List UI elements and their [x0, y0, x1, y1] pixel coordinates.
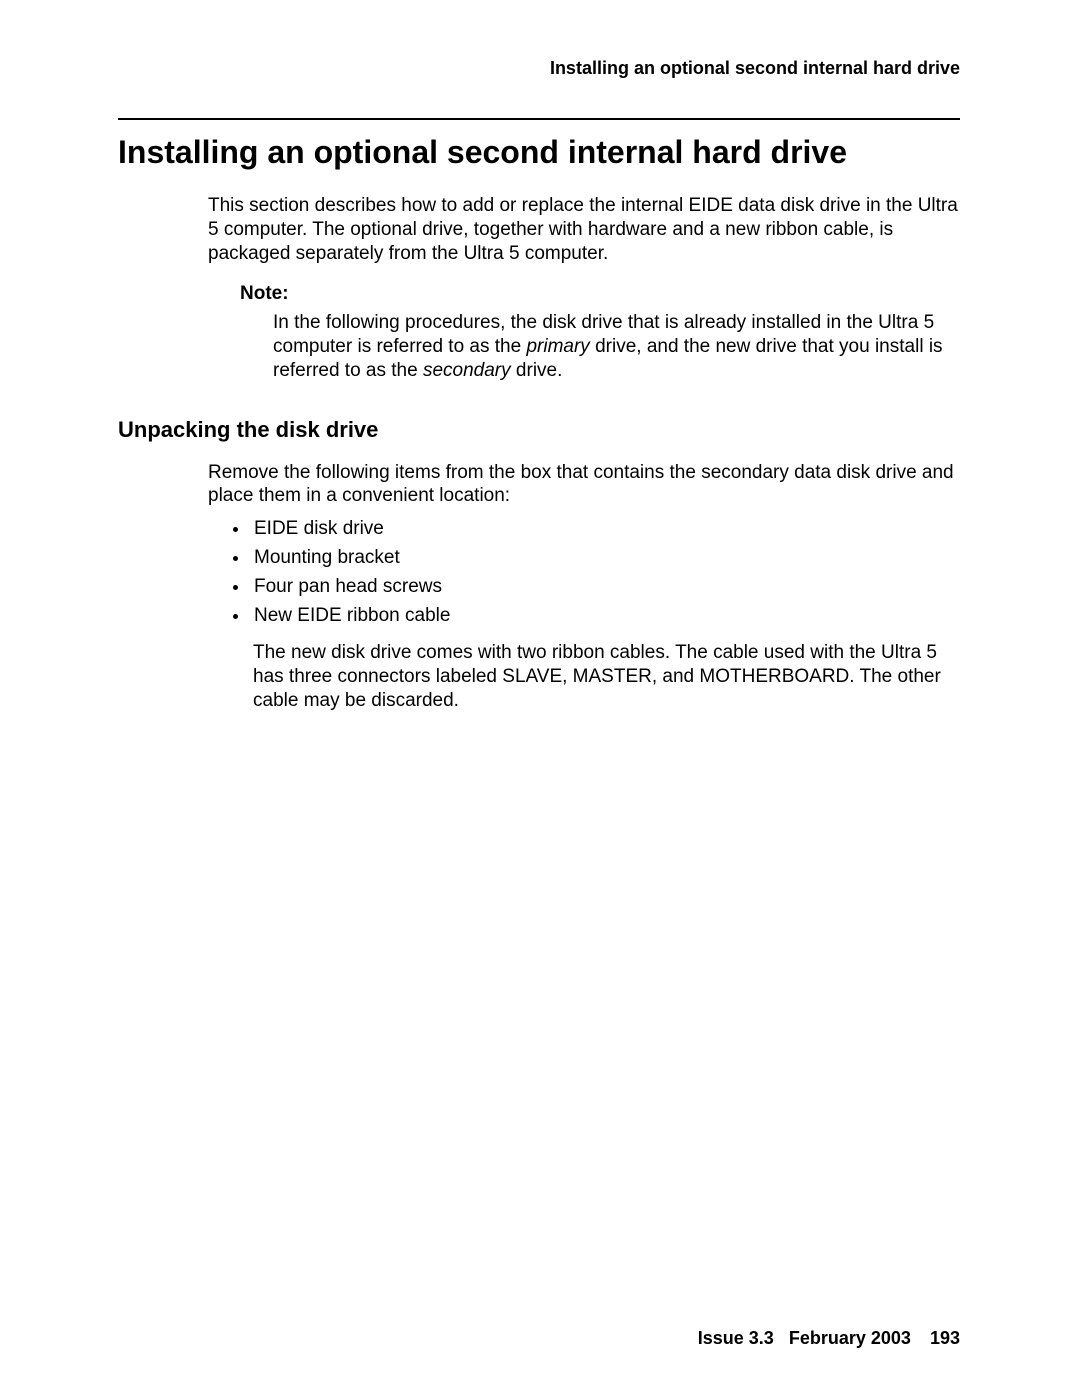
note-label: Note:	[240, 283, 960, 305]
section-heading-unpacking: Unpacking the disk drive	[118, 417, 960, 443]
unpacking-list: EIDE disk drive Mounting bracket Four pa…	[118, 518, 960, 627]
running-head: Installing an optional second internal h…	[550, 58, 960, 79]
document-page: Installing an optional second internal h…	[0, 0, 1080, 1397]
list-item: New EIDE ribbon cable	[250, 605, 960, 627]
unpacking-intro: Remove the following items from the box …	[208, 461, 960, 509]
footer-issue: Issue 3.3	[698, 1328, 774, 1348]
horizontal-rule	[118, 118, 960, 120]
page-footer: Issue 3.3 February 2003 193	[698, 1328, 960, 1349]
footer-date: February 2003	[779, 1328, 911, 1348]
intro-paragraph: This section describes how to add or rep…	[208, 194, 960, 265]
note-italic-secondary: secondary	[423, 360, 511, 381]
list-item: Four pan head screws	[250, 576, 960, 598]
page-number: 193	[930, 1328, 960, 1348]
note-body: In the following procedures, the disk dr…	[273, 311, 950, 382]
note-text-3: drive.	[511, 360, 563, 381]
page-title: Installing an optional second internal h…	[118, 134, 847, 171]
cable-note: The new disk drive comes with two ribbon…	[253, 641, 960, 712]
note-italic-primary: primary	[526, 336, 589, 357]
body-content: This section describes how to add or rep…	[118, 194, 960, 712]
list-item: EIDE disk drive	[250, 518, 960, 540]
list-item: Mounting bracket	[250, 547, 960, 569]
